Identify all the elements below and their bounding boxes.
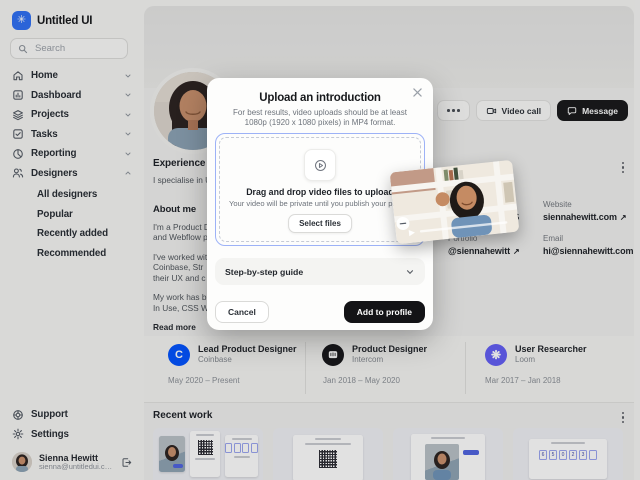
select-files-button[interactable]: Select files	[288, 214, 352, 233]
step-by-step-accordion[interactable]: Step-by-step guide	[215, 258, 425, 285]
app-window: ✳ Untitled UI Home Dashboard Projects	[0, 0, 640, 480]
play-circle-icon	[304, 149, 336, 181]
modal-title: Upload an introduction	[207, 92, 433, 104]
add-to-profile-button[interactable]: Add to profile	[344, 301, 425, 323]
chevron-down-icon	[405, 267, 415, 277]
modal-subtitle: For best results, video uploads should b…	[227, 108, 413, 128]
uploaded-video-thumbnail[interactable]	[390, 160, 520, 244]
cancel-button[interactable]: Cancel	[215, 301, 269, 323]
